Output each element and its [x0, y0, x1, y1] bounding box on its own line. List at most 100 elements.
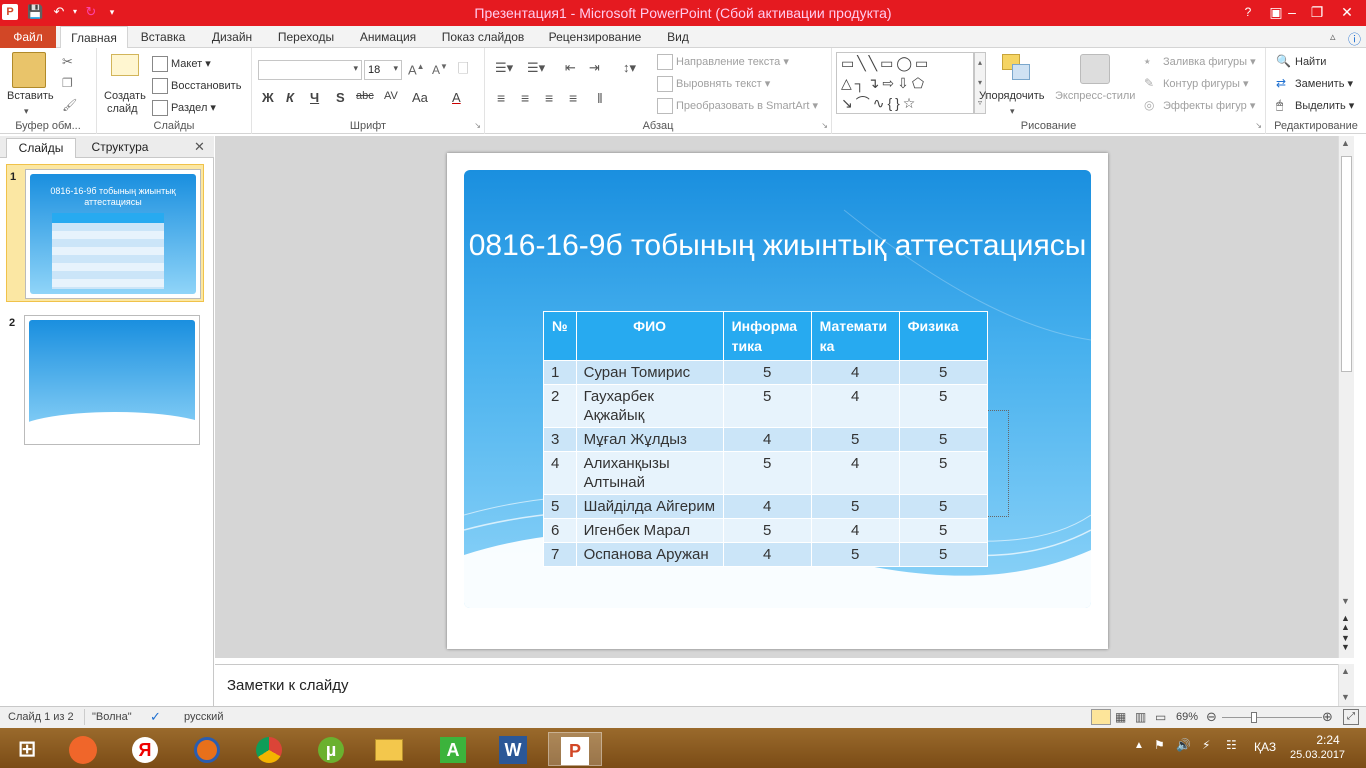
cell-physics[interactable]: 5 [898, 384, 988, 428]
cell-math[interactable]: 5 [810, 494, 900, 519]
convert-smartart-button[interactable]: Преобразовать в SmartArt ▾ [657, 98, 818, 114]
dialog-launcher-icon[interactable]: ↘ [1255, 121, 1262, 130]
zoom-slider[interactable] [1222, 717, 1322, 718]
align-left-icon[interactable]: ≡ [497, 90, 505, 106]
fit-to-window-icon[interactable]: ⤢ [1343, 709, 1359, 725]
align-right-icon[interactable]: ≡ [545, 90, 553, 106]
shape-effects-button[interactable]: ◎ Эффекты фигур ▾ [1144, 98, 1255, 114]
align-text-button[interactable]: Выровнять текст ▾ [657, 76, 770, 92]
font-color-button[interactable]: A [452, 90, 461, 105]
cell-physics[interactable]: 5 [898, 427, 988, 452]
slide-thumbnail-2[interactable]: 2 [6, 311, 204, 449]
scroll-down-icon[interactable]: ▼ [1341, 692, 1350, 702]
format-painter-icon[interactable]: 🖌 [62, 98, 77, 112]
underline-button[interactable]: Ч [310, 90, 319, 105]
close-icon[interactable]: ✕ [1333, 2, 1361, 22]
theme-name[interactable]: "Волна" [92, 711, 132, 723]
start-button-icon[interactable]: ⊞ [0, 732, 54, 766]
scroll-up-icon[interactable]: ▲ [1341, 666, 1350, 676]
show-hidden-icons[interactable]: ▲ [1134, 740, 1144, 751]
text-shadow-button[interactable]: S [336, 90, 345, 105]
previous-slide-icon[interactable]: ▲ ▲ [1341, 614, 1350, 632]
slide-sorter-icon[interactable]: ▦ [1115, 710, 1126, 724]
tab-animations[interactable]: Анимация [352, 26, 424, 48]
cell-informatics[interactable]: 5 [722, 360, 812, 385]
chevron-down-icon[interactable]: ▾ [24, 106, 29, 117]
quick-styles-button[interactable]: Экспресс-стили [1055, 90, 1135, 102]
collapse-ribbon-icon[interactable]: ▵ [1330, 30, 1336, 43]
tab-slide-show[interactable]: Показ слайдов [436, 26, 530, 48]
cell-number[interactable]: 5 [543, 494, 577, 519]
tab-home[interactable]: Главная [60, 26, 128, 49]
zoom-in-icon[interactable]: ⊕ [1322, 709, 1333, 725]
chevron-down-icon[interactable]: ▾ [353, 63, 358, 74]
shapes-gallery[interactable]: ▭╲╲▭◯▭ △┐↴⇨⇩⬠ ↘⌒∿{}☆ [836, 52, 974, 114]
yandex-browser-icon[interactable]: Я [118, 732, 172, 766]
header-fio[interactable]: ФИО [575, 311, 724, 361]
scroll-up-icon[interactable]: ▲ [1341, 138, 1350, 148]
cell-physics[interactable]: 5 [898, 451, 988, 495]
cell-number[interactable]: 1 [543, 360, 577, 385]
cell-fio[interactable]: Игенбек Марал [575, 518, 724, 543]
arrange-icon[interactable] [1002, 54, 1030, 82]
find-button[interactable]: 🔍 Найти [1276, 54, 1326, 70]
text-direction-button[interactable]: Направление текста ▾ [657, 54, 789, 70]
notes-pane[interactable]: Заметки к слайду [215, 664, 1338, 706]
help-icon[interactable]: ⓘ [1348, 29, 1361, 48]
zoom-out-icon[interactable]: ⊖ [1206, 709, 1217, 725]
replace-button[interactable]: ⇄ Заменить ▾ [1276, 76, 1353, 92]
flag-icon[interactable]: ⚑ [1154, 738, 1165, 752]
cell-math[interactable]: 5 [810, 542, 900, 567]
tab-slides[interactable]: Слайды [6, 138, 76, 158]
cell-math[interactable]: 4 [810, 384, 900, 428]
quick-styles-icon[interactable] [1080, 54, 1110, 84]
cell-informatics[interactable]: 4 [722, 427, 812, 452]
shape-fill-button[interactable]: ⭑ Заливка фигуры ▾ [1144, 54, 1256, 70]
scroll-thumb[interactable] [1341, 156, 1352, 372]
tab-view[interactable]: Вид [660, 26, 696, 48]
zoom-level[interactable]: 69% [1176, 711, 1198, 723]
dialog-launcher-icon[interactable]: ↘ [474, 121, 481, 130]
layout-button[interactable]: Макет ▾ [152, 56, 211, 72]
clock-date[interactable]: 25.03.2017 [1290, 749, 1345, 761]
cut-icon[interactable]: ✂ [62, 54, 73, 70]
cell-informatics[interactable]: 5 [722, 384, 812, 428]
decrease-indent-icon[interactable]: ⇤ [565, 60, 576, 76]
cell-fio[interactable]: Оспанова Аружан [575, 542, 724, 567]
font-size-input[interactable]: 18 ▾ [364, 60, 402, 80]
bold-button[interactable]: Ж [262, 90, 274, 105]
cell-fio[interactable]: Алиханқызы Алтынай [575, 451, 724, 495]
cell-math[interactable]: 4 [810, 518, 900, 543]
close-pane-icon[interactable]: ✕ [194, 139, 205, 155]
cell-math[interactable]: 4 [810, 360, 900, 385]
power-icon[interactable]: ⚡ [1202, 738, 1210, 752]
justify-icon[interactable]: ≡ [569, 90, 577, 106]
increase-indent-icon[interactable]: ⇥ [589, 60, 600, 76]
line-spacing-icon[interactable]: ↕▾ [623, 60, 636, 76]
cell-informatics[interactable]: 4 [722, 494, 812, 519]
copy-icon[interactable]: ❐ [62, 76, 73, 90]
notes-placeholder[interactable]: Заметки к слайду [227, 677, 349, 694]
cell-informatics[interactable]: 5 [722, 451, 812, 495]
minimize-icon[interactable]: – [1278, 2, 1306, 22]
italic-button[interactable]: К [286, 90, 294, 105]
cell-physics[interactable]: 5 [898, 542, 988, 567]
change-case-button[interactable]: Aa [412, 90, 428, 105]
numbering-icon[interactable]: ☰▾ [527, 60, 545, 76]
avast-icon[interactable]: A [426, 732, 480, 766]
cell-number[interactable]: 6 [543, 518, 577, 543]
cell-number[interactable]: 2 [543, 384, 577, 428]
slide-thumbnail-1[interactable]: 1 0816-16-9б тобының жиынтық аттестацияс… [6, 164, 204, 302]
shapes-gallery-scroll[interactable]: ▴ ▾ ▿ [974, 52, 986, 114]
powerpoint-icon[interactable]: P [548, 732, 602, 766]
tab-insert[interactable]: Вставка [134, 26, 192, 48]
slide-canvas[interactable]: 0816-16-9б тобының жиынтық аттестациясы … [447, 153, 1108, 649]
language-indicator[interactable]: русский [184, 711, 223, 723]
media-player-icon[interactable] [56, 732, 110, 766]
cell-physics[interactable]: 5 [898, 360, 988, 385]
cell-informatics[interactable]: 4 [722, 542, 812, 567]
cell-physics[interactable]: 5 [898, 494, 988, 519]
arrange-button[interactable]: Упорядочить [979, 90, 1044, 102]
shrink-font-icon[interactable]: A▼ [432, 62, 448, 77]
network-icon[interactable]: ☷ [1226, 738, 1237, 752]
